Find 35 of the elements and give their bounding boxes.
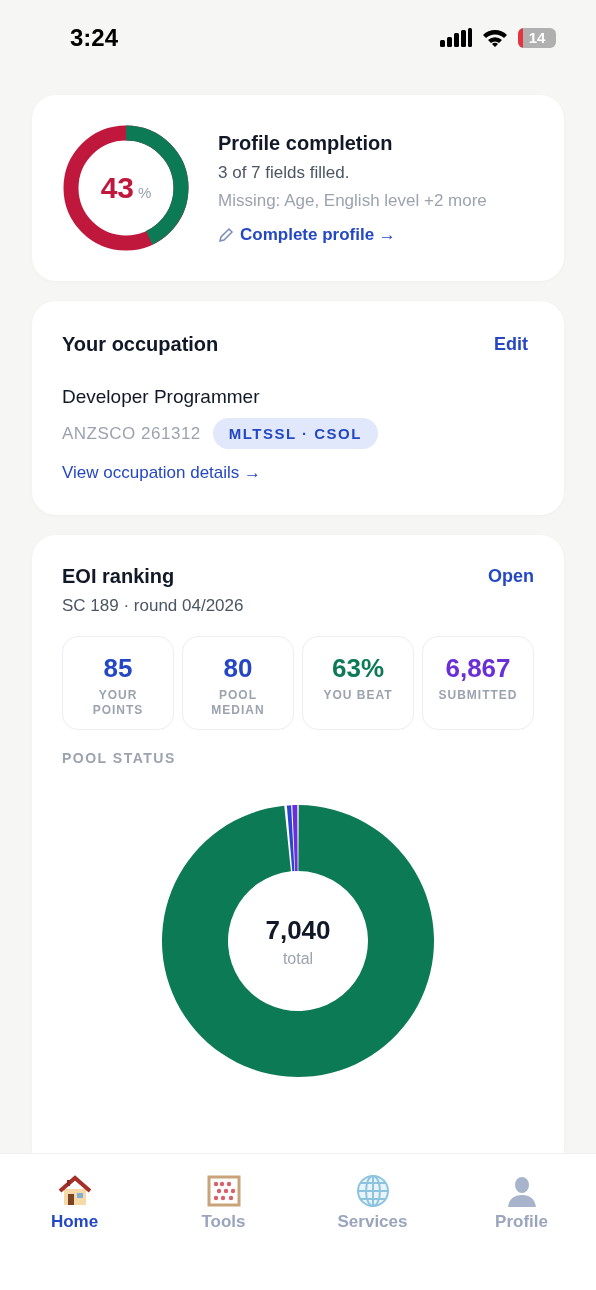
signal-icon (440, 27, 472, 48)
missing-fields: Missing: Age, English level +2 more (218, 190, 487, 211)
completion-percent: 43 (100, 171, 134, 205)
total-count: 7,040 (265, 914, 331, 946)
stat-value: 80 (223, 653, 253, 684)
open-link[interactable]: Open (488, 566, 534, 587)
stat-value: 85 (103, 653, 133, 684)
house-icon (57, 1174, 92, 1208)
stat-value: 63% (331, 653, 384, 684)
complete-profile-link[interactable]: Complete profile → (240, 224, 396, 245)
abacus-icon (206, 1174, 241, 1208)
fields-summary: 3 of 7 fields filled. (218, 162, 351, 183)
tab-item[interactable]: Home (0, 1174, 149, 1232)
stat-label: POOL MEDIAN (210, 688, 266, 718)
battery-indicator: 14 (518, 27, 556, 48)
wifi-icon (482, 27, 508, 48)
stat-label: YOU BEAT (323, 688, 393, 703)
anzsco-code: ANZSCO 261312 (62, 423, 201, 444)
stat-label: SUBMITTED (438, 688, 518, 703)
globe-icon (355, 1174, 390, 1208)
stat-value: 6,867 (445, 653, 511, 684)
occupation-details-link[interactable]: View occupation details → (62, 463, 528, 483)
list-badge: MLTSSL · CSOL (212, 418, 378, 449)
section-label: POOL STATUS (62, 750, 177, 766)
round-subtitle: SC 189 · round 04/2026 (62, 596, 245, 616)
edit-link[interactable]: Edit (494, 334, 528, 355)
card-title: Your occupation (62, 333, 219, 356)
percent-sign: % (138, 183, 152, 201)
stat-label: YOUR POINTS (91, 688, 145, 718)
card-title: EOI ranking (62, 565, 175, 588)
card-title: Profile completion (218, 131, 394, 155)
clock-time: 3:24 (70, 23, 120, 52)
pencil-icon (218, 226, 234, 243)
total-label: total (282, 949, 314, 968)
occupation-name: Developer Programmer (62, 386, 261, 408)
